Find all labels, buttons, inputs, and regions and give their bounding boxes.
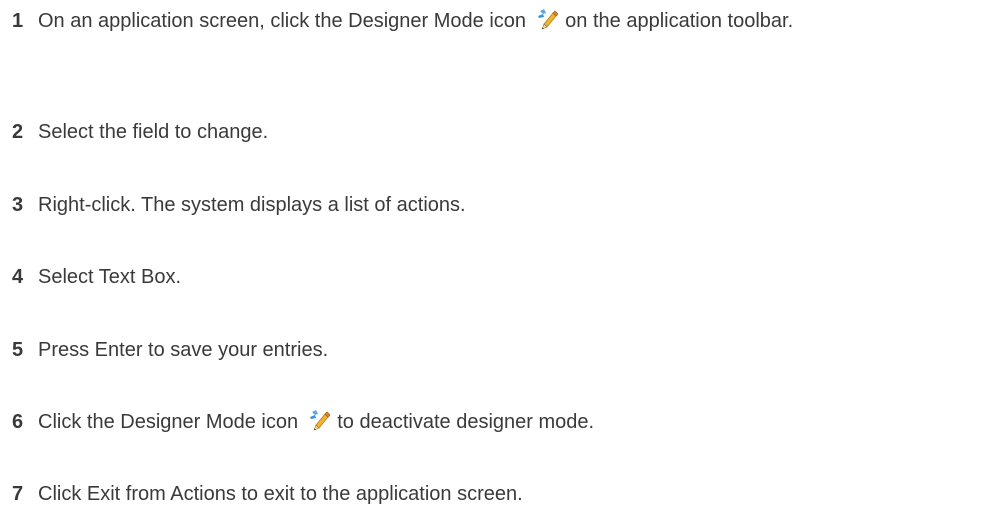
step-text: Press Enter to save your entries. [38,339,329,361]
step-number: 7 [12,483,24,505]
step-3: 3 Right-click. The system displays a lis… [12,190,998,220]
step-number: 3 [12,194,24,216]
step-text: Select the field to change. [38,121,269,143]
step-1: 1 On an application screen, click the De… [12,6,998,36]
designer-mode-icon [309,410,330,431]
step-text-before: Click the Designer Mode icon [38,411,299,433]
step-2: 2 Select the field to change. [12,117,998,147]
step-text: Select Text Box. [38,266,182,288]
step-number: 6 [12,411,24,433]
step-text: Right-click. The system displays a list … [38,194,466,216]
step-7: 7 Click Exit from Actions to exit to the… [12,479,998,509]
step-5: 5 Press Enter to save your entries. [12,335,998,365]
step-text-after: on the application toolbar. [565,10,794,32]
step-4: 4 Select Text Box. [12,262,998,292]
step-text-before: On an application screen, click the Desi… [38,10,527,32]
step-text: Click the Designer Mode icon to deactiva… [38,407,998,437]
step-6: 6 Click the Designer Mode icon to deacti… [12,407,998,437]
step-number: 4 [12,266,24,288]
step-text-after: to deactivate designer mode. [337,411,595,433]
designer-mode-icon [537,9,558,30]
step-text: Click Exit from Actions to exit to the a… [38,483,523,505]
step-number: 5 [12,339,24,361]
step-number: 2 [12,121,24,143]
step-text: On an application screen, click the Desi… [38,6,998,36]
step-number: 1 [12,10,24,32]
